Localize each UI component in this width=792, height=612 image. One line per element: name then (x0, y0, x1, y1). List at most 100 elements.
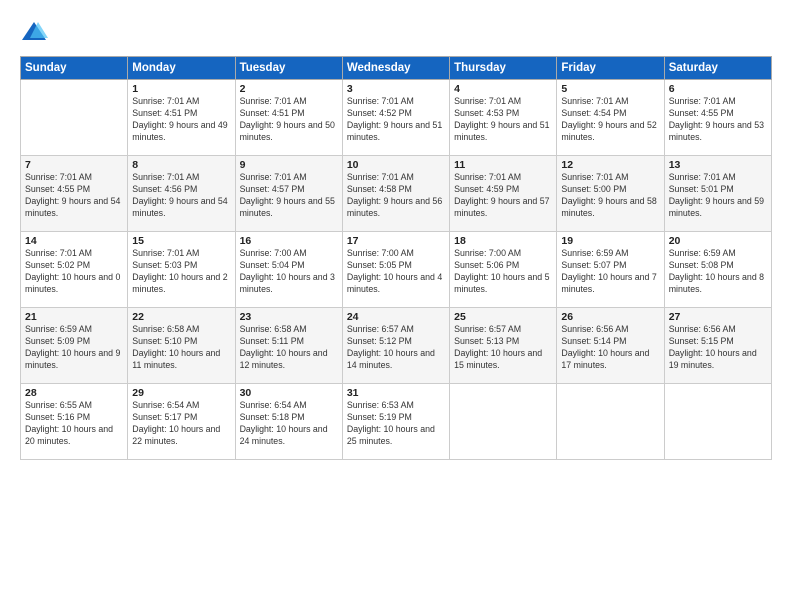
day-number: 1 (132, 83, 230, 95)
day-info: Sunrise: 6:59 AMSunset: 5:08 PMDaylight:… (669, 248, 767, 296)
header-cell-tuesday: Tuesday (235, 57, 342, 80)
day-info: Sunrise: 7:01 AMSunset: 4:58 PMDaylight:… (347, 172, 445, 220)
calendar-cell: 15Sunrise: 7:01 AMSunset: 5:03 PMDayligh… (128, 232, 235, 308)
day-number: 23 (240, 311, 338, 323)
header-cell-thursday: Thursday (450, 57, 557, 80)
calendar-cell: 25Sunrise: 6:57 AMSunset: 5:13 PMDayligh… (450, 308, 557, 384)
day-info: Sunrise: 7:01 AMSunset: 4:57 PMDaylight:… (240, 172, 338, 220)
day-info: Sunrise: 6:54 AMSunset: 5:17 PMDaylight:… (132, 400, 230, 448)
calendar-table: SundayMondayTuesdayWednesdayThursdayFrid… (20, 56, 772, 460)
day-info: Sunrise: 6:55 AMSunset: 5:16 PMDaylight:… (25, 400, 123, 448)
day-number: 7 (25, 159, 123, 171)
day-info: Sunrise: 7:00 AMSunset: 5:06 PMDaylight:… (454, 248, 552, 296)
day-info: Sunrise: 6:57 AMSunset: 5:12 PMDaylight:… (347, 324, 445, 372)
day-info: Sunrise: 6:54 AMSunset: 5:18 PMDaylight:… (240, 400, 338, 448)
day-info: Sunrise: 6:59 AMSunset: 5:09 PMDaylight:… (25, 324, 123, 372)
calendar-cell: 18Sunrise: 7:00 AMSunset: 5:06 PMDayligh… (450, 232, 557, 308)
day-info: Sunrise: 6:53 AMSunset: 5:19 PMDaylight:… (347, 400, 445, 448)
day-number: 4 (454, 83, 552, 95)
calendar-cell: 20Sunrise: 6:59 AMSunset: 5:08 PMDayligh… (664, 232, 771, 308)
day-number: 18 (454, 235, 552, 247)
week-row-2: 14Sunrise: 7:01 AMSunset: 5:02 PMDayligh… (21, 232, 772, 308)
calendar-cell: 29Sunrise: 6:54 AMSunset: 5:17 PMDayligh… (128, 384, 235, 460)
header-cell-sunday: Sunday (21, 57, 128, 80)
day-number: 5 (561, 83, 659, 95)
day-info: Sunrise: 7:01 AMSunset: 4:53 PMDaylight:… (454, 96, 552, 144)
day-info: Sunrise: 7:01 AMSunset: 4:56 PMDaylight:… (132, 172, 230, 220)
calendar-cell: 14Sunrise: 7:01 AMSunset: 5:02 PMDayligh… (21, 232, 128, 308)
calendar-cell (557, 384, 664, 460)
calendar-header: SundayMondayTuesdayWednesdayThursdayFrid… (21, 57, 772, 80)
day-number: 26 (561, 311, 659, 323)
day-info: Sunrise: 7:01 AMSunset: 4:59 PMDaylight:… (454, 172, 552, 220)
calendar-cell (21, 80, 128, 156)
calendar-cell: 19Sunrise: 6:59 AMSunset: 5:07 PMDayligh… (557, 232, 664, 308)
day-info: Sunrise: 7:00 AMSunset: 5:05 PMDaylight:… (347, 248, 445, 296)
calendar-cell: 8Sunrise: 7:01 AMSunset: 4:56 PMDaylight… (128, 156, 235, 232)
calendar-cell: 21Sunrise: 6:59 AMSunset: 5:09 PMDayligh… (21, 308, 128, 384)
day-number: 15 (132, 235, 230, 247)
day-number: 8 (132, 159, 230, 171)
day-info: Sunrise: 6:57 AMSunset: 5:13 PMDaylight:… (454, 324, 552, 372)
day-number: 9 (240, 159, 338, 171)
header-row: SundayMondayTuesdayWednesdayThursdayFrid… (21, 57, 772, 80)
calendar-cell: 11Sunrise: 7:01 AMSunset: 4:59 PMDayligh… (450, 156, 557, 232)
day-info: Sunrise: 7:01 AMSunset: 5:00 PMDaylight:… (561, 172, 659, 220)
calendar-cell: 3Sunrise: 7:01 AMSunset: 4:52 PMDaylight… (342, 80, 449, 156)
calendar-cell: 17Sunrise: 7:00 AMSunset: 5:05 PMDayligh… (342, 232, 449, 308)
day-number: 17 (347, 235, 445, 247)
calendar-cell: 10Sunrise: 7:01 AMSunset: 4:58 PMDayligh… (342, 156, 449, 232)
calendar-body: 1Sunrise: 7:01 AMSunset: 4:51 PMDaylight… (21, 80, 772, 460)
day-info: Sunrise: 7:01 AMSunset: 4:55 PMDaylight:… (25, 172, 123, 220)
day-info: Sunrise: 7:01 AMSunset: 4:55 PMDaylight:… (669, 96, 767, 144)
header (20, 18, 772, 46)
day-number: 25 (454, 311, 552, 323)
day-info: Sunrise: 7:01 AMSunset: 4:51 PMDaylight:… (132, 96, 230, 144)
week-row-1: 7Sunrise: 7:01 AMSunset: 4:55 PMDaylight… (21, 156, 772, 232)
logo (20, 18, 52, 46)
calendar-cell: 1Sunrise: 7:01 AMSunset: 4:51 PMDaylight… (128, 80, 235, 156)
day-info: Sunrise: 6:59 AMSunset: 5:07 PMDaylight:… (561, 248, 659, 296)
day-number: 27 (669, 311, 767, 323)
day-info: Sunrise: 6:58 AMSunset: 5:11 PMDaylight:… (240, 324, 338, 372)
calendar-cell: 23Sunrise: 6:58 AMSunset: 5:11 PMDayligh… (235, 308, 342, 384)
day-number: 22 (132, 311, 230, 323)
day-number: 10 (347, 159, 445, 171)
logo-icon (20, 18, 48, 46)
calendar-cell: 4Sunrise: 7:01 AMSunset: 4:53 PMDaylight… (450, 80, 557, 156)
calendar-cell: 30Sunrise: 6:54 AMSunset: 5:18 PMDayligh… (235, 384, 342, 460)
header-cell-wednesday: Wednesday (342, 57, 449, 80)
calendar-cell: 2Sunrise: 7:01 AMSunset: 4:51 PMDaylight… (235, 80, 342, 156)
day-info: Sunrise: 6:56 AMSunset: 5:15 PMDaylight:… (669, 324, 767, 372)
calendar-cell: 27Sunrise: 6:56 AMSunset: 5:15 PMDayligh… (664, 308, 771, 384)
day-number: 11 (454, 159, 552, 171)
week-row-4: 28Sunrise: 6:55 AMSunset: 5:16 PMDayligh… (21, 384, 772, 460)
calendar-cell: 13Sunrise: 7:01 AMSunset: 5:01 PMDayligh… (664, 156, 771, 232)
header-cell-monday: Monday (128, 57, 235, 80)
day-number: 14 (25, 235, 123, 247)
day-number: 13 (669, 159, 767, 171)
calendar-cell: 16Sunrise: 7:00 AMSunset: 5:04 PMDayligh… (235, 232, 342, 308)
day-number: 28 (25, 387, 123, 399)
day-number: 29 (132, 387, 230, 399)
calendar-cell: 9Sunrise: 7:01 AMSunset: 4:57 PMDaylight… (235, 156, 342, 232)
calendar-cell (450, 384, 557, 460)
calendar-cell: 22Sunrise: 6:58 AMSunset: 5:10 PMDayligh… (128, 308, 235, 384)
day-info: Sunrise: 7:00 AMSunset: 5:04 PMDaylight:… (240, 248, 338, 296)
calendar-cell: 6Sunrise: 7:01 AMSunset: 4:55 PMDaylight… (664, 80, 771, 156)
day-info: Sunrise: 7:01 AMSunset: 4:52 PMDaylight:… (347, 96, 445, 144)
day-info: Sunrise: 7:01 AMSunset: 5:01 PMDaylight:… (669, 172, 767, 220)
day-info: Sunrise: 7:01 AMSunset: 5:03 PMDaylight:… (132, 248, 230, 296)
calendar-cell: 31Sunrise: 6:53 AMSunset: 5:19 PMDayligh… (342, 384, 449, 460)
calendar-cell: 24Sunrise: 6:57 AMSunset: 5:12 PMDayligh… (342, 308, 449, 384)
day-number: 21 (25, 311, 123, 323)
week-row-3: 21Sunrise: 6:59 AMSunset: 5:09 PMDayligh… (21, 308, 772, 384)
day-number: 30 (240, 387, 338, 399)
calendar-cell (664, 384, 771, 460)
week-row-0: 1Sunrise: 7:01 AMSunset: 4:51 PMDaylight… (21, 80, 772, 156)
calendar-cell: 7Sunrise: 7:01 AMSunset: 4:55 PMDaylight… (21, 156, 128, 232)
day-number: 20 (669, 235, 767, 247)
day-info: Sunrise: 6:58 AMSunset: 5:10 PMDaylight:… (132, 324, 230, 372)
day-info: Sunrise: 7:01 AMSunset: 4:54 PMDaylight:… (561, 96, 659, 144)
day-number: 3 (347, 83, 445, 95)
